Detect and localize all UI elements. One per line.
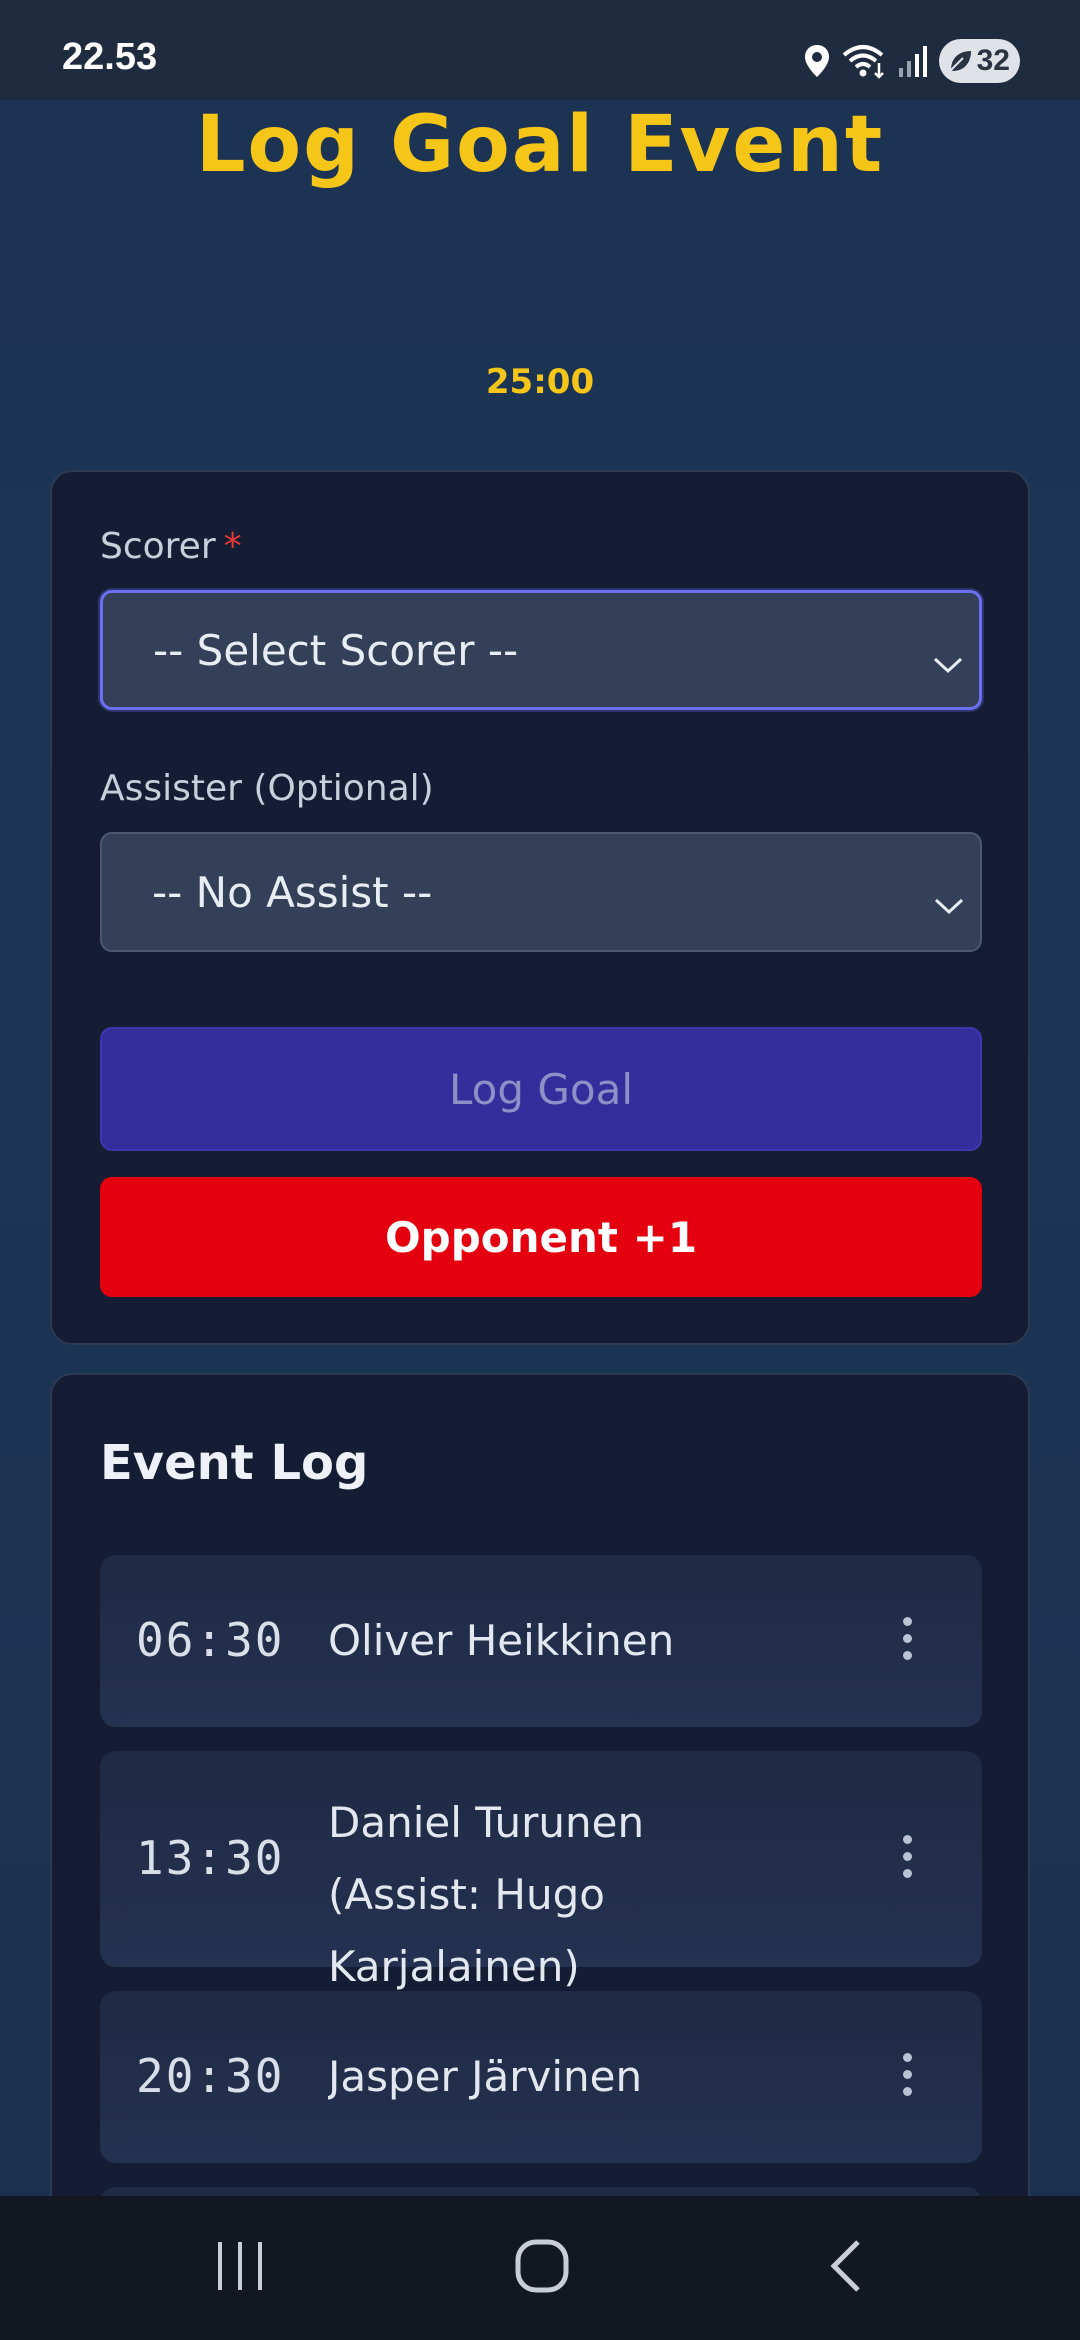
battery-level: 32 bbox=[976, 44, 1010, 77]
event-time: 06:30 bbox=[136, 1613, 285, 1667]
home-icon[interactable] bbox=[514, 2236, 570, 2300]
event-item[interactable]: 13:30 Daniel Turunen (Assist: Hugo Karja… bbox=[100, 1751, 982, 1991]
system-nav-bar bbox=[0, 2196, 1080, 2340]
opponent-goal-button[interactable]: Opponent +1 bbox=[100, 1177, 982, 1297]
event-log-title: Event Log bbox=[100, 1435, 369, 1491]
status-icons: 32 bbox=[803, 38, 1020, 84]
more-options-icon[interactable] bbox=[902, 1835, 912, 1878]
event-time: 20:30 bbox=[136, 2049, 285, 2103]
back-icon[interactable] bbox=[826, 2236, 866, 2300]
signal-icon bbox=[897, 44, 929, 78]
chevron-down-icon bbox=[932, 878, 966, 927]
scorer-select-value: -- Select Scorer -- bbox=[153, 625, 519, 675]
event-item[interactable]: 20:30 Jasper Järvinen bbox=[100, 1991, 982, 2163]
assister-select[interactable]: -- No Assist -- bbox=[100, 832, 982, 952]
wifi-icon bbox=[841, 43, 887, 79]
event-log-card: Event Log 06:30 Oliver Heikkinen 13:30 D… bbox=[50, 1373, 1030, 2340]
scorer-label: Scorer * bbox=[100, 526, 242, 567]
location-icon bbox=[803, 43, 831, 79]
event-description: Jasper Järvinen bbox=[328, 2052, 643, 2101]
goal-form-card: Scorer * -- Select Scorer -- Assister (Op… bbox=[50, 470, 1030, 1345]
battery-indicator: 32 bbox=[938, 39, 1020, 83]
log-goal-button[interactable]: Log Goal bbox=[100, 1027, 982, 1151]
event-time: 13:30 bbox=[136, 1831, 285, 1885]
assister-select-value: -- No Assist -- bbox=[152, 867, 433, 917]
assister-label: Assister (Optional) bbox=[100, 768, 434, 809]
match-timer: 25:00 bbox=[485, 362, 595, 402]
page-title: Log Goal Event bbox=[195, 100, 885, 190]
event-description: Oliver Heikkinen bbox=[328, 1616, 675, 1665]
more-options-icon[interactable] bbox=[902, 1617, 912, 1660]
recent-apps-icon[interactable] bbox=[214, 2236, 266, 2300]
required-indicator: * bbox=[223, 526, 242, 567]
app-screen: 22.53 32 Log Goal Event 25:00 Scorer * -… bbox=[0, 0, 1080, 2340]
status-bar: 22.53 32 bbox=[0, 0, 1080, 100]
status-time: 22.53 bbox=[62, 36, 158, 78]
event-description: Daniel Turunen (Assist: Hugo Karjalainen… bbox=[328, 1798, 645, 1991]
event-item[interactable]: 06:30 Oliver Heikkinen bbox=[100, 1555, 982, 1727]
scorer-label-text: Scorer bbox=[100, 526, 216, 567]
battery-saver-icon bbox=[945, 46, 975, 76]
scorer-select[interactable]: -- Select Scorer -- bbox=[100, 590, 982, 710]
more-options-icon[interactable] bbox=[902, 2053, 912, 2096]
chevron-down-icon bbox=[931, 637, 965, 686]
